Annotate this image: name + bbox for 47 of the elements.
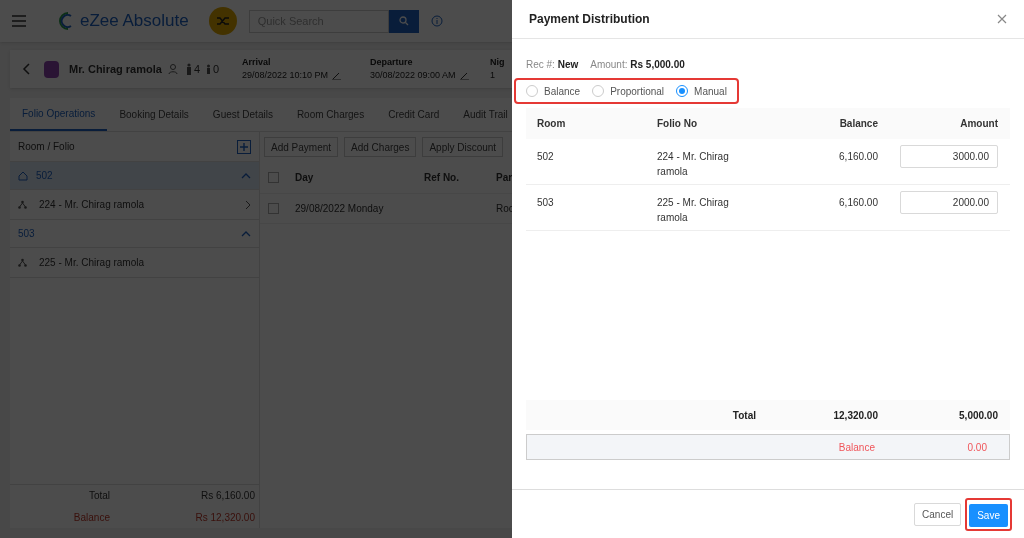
balance-amount: 0.00 [966, 440, 988, 455]
total-amount: 5,000.00 [958, 408, 999, 423]
nights-count: 1 [490, 69, 496, 82]
arrival-label: Arrival [242, 55, 272, 69]
amount-info: Amount: Rs 5,000.00 [590, 58, 685, 72]
total-balance: 12,320.00 [832, 408, 878, 423]
radio-option[interactable]: Proportional [592, 83, 665, 99]
amount-field[interactable]: 2000.00 [900, 191, 998, 214]
balance-label: Balance [72, 510, 110, 525]
dialog-title: Payment Distribution [529, 11, 650, 28]
guest-name: Mr. Chirag ramola [69, 61, 162, 77]
column-header: Folio No [656, 117, 698, 131]
balance-value: Rs 12,320.00 [194, 510, 256, 525]
adult-count: 4 [193, 61, 201, 77]
save-button[interactable]: Save [969, 503, 1008, 527]
column-header: Balance [838, 117, 878, 131]
day-cell-text: 29/08/2022 Monday [295, 202, 385, 216]
balance-label: Balance [837, 440, 875, 455]
nights-label: Nig [490, 55, 505, 69]
radio-option[interactable]: Manual [676, 83, 727, 99]
column-header: Par [496, 171, 513, 185]
panel-title: Room / Folio [18, 140, 75, 154]
receipt-info: Rec #: New [526, 58, 579, 72]
amount-field[interactable]: 3000.00 [900, 145, 998, 168]
folio-cell-text: 224 - Mr. Chirag ramola [656, 150, 730, 179]
departure-date: 30/08/2022 09:00 AM [370, 69, 456, 82]
column-header: Amount [959, 117, 999, 131]
total-label: Total [87, 489, 110, 503]
total-value: Rs 6,160.00 [200, 489, 256, 503]
column-header: Day [295, 171, 315, 185]
folio-name: 224 - Mr. Chirag ramola [39, 198, 145, 212]
folio-cell-text: 225 - Mr. Chirag ramola [656, 196, 730, 225]
balance-cell-text: 6,160.00 [838, 150, 878, 164]
app-name: eZee Absolute [80, 10, 189, 33]
room-cell-text: 502 [536, 150, 555, 164]
arrival-date: 29/08/2022 10:10 PM [242, 69, 329, 82]
balance-cell-text: 6,160.00 [838, 196, 878, 210]
room-cell-text: 503 [536, 196, 555, 210]
folio-name: 225 - Mr. Chirag ramola [39, 256, 145, 270]
close-icon[interactable] [997, 14, 1007, 24]
column-header: Ref No. [424, 171, 460, 185]
radio-option[interactable]: Balance [526, 83, 581, 99]
cancel-button[interactable]: Cancel [914, 502, 962, 526]
room-number: 503 [18, 227, 35, 241]
column-header: Room [536, 117, 567, 131]
departure-label: Departure [370, 55, 414, 69]
total-label: Total [731, 408, 756, 423]
